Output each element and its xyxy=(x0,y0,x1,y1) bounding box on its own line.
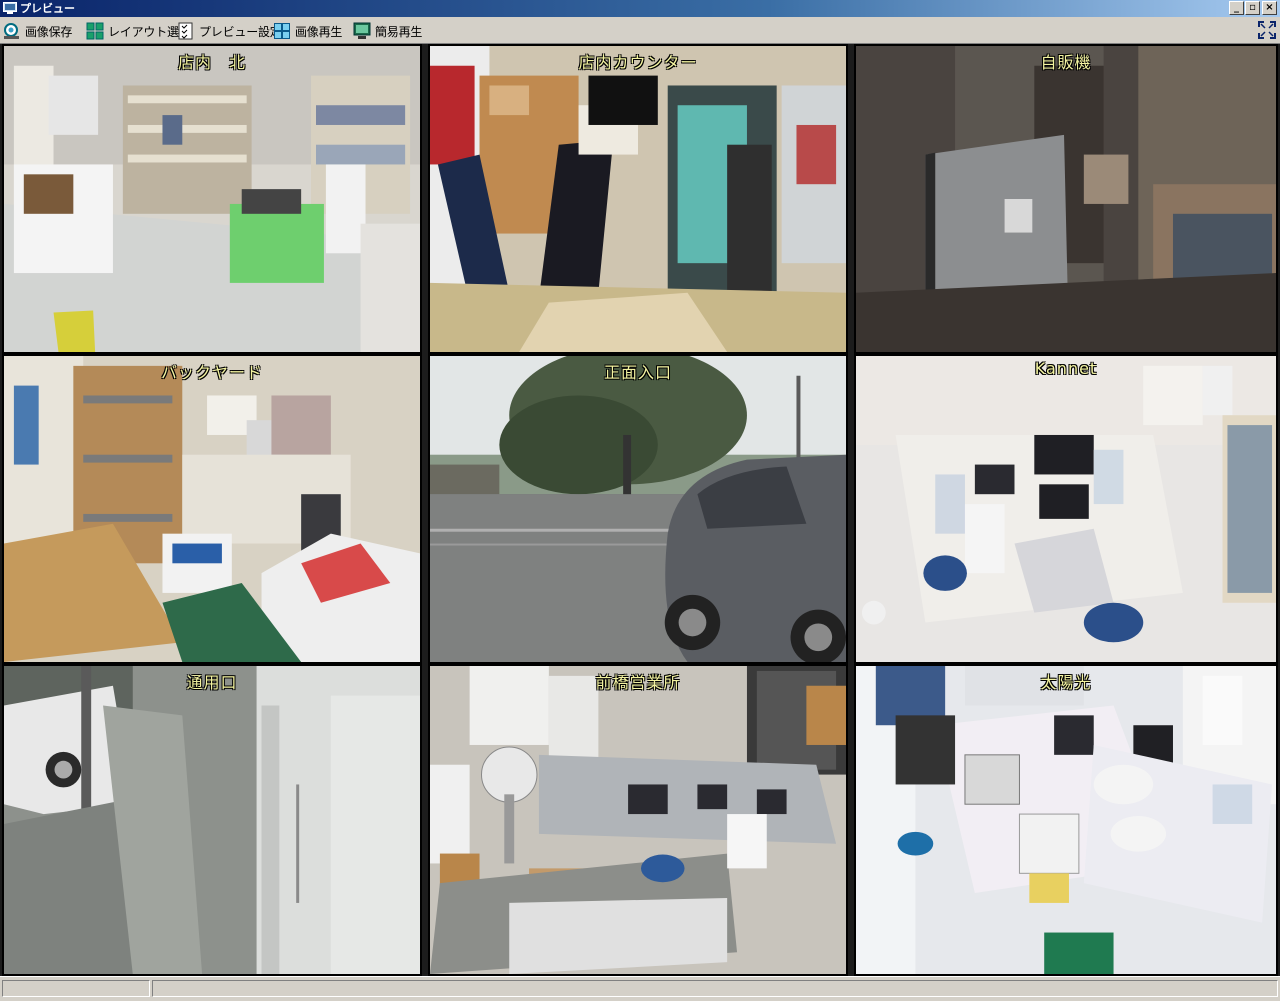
status-pane-1 xyxy=(2,980,150,997)
camera-label: 前橋営業所 xyxy=(595,673,681,692)
fullscreen-icon[interactable] xyxy=(1258,21,1276,39)
preview-settings-label: プレビュー設定 xyxy=(199,24,282,39)
camera-tile-front-entrance[interactable]: 正面入口 xyxy=(428,354,848,664)
camera-tile-store-counter[interactable]: 店内カウンター xyxy=(428,44,848,354)
camera-feed-vending xyxy=(856,46,1276,352)
camera-label: 正面入口 xyxy=(603,363,672,382)
close-button[interactable]: × xyxy=(1262,1,1277,15)
camera-tile-maebashi-office[interactable]: 前橋営業所 xyxy=(428,664,848,976)
camera-label: 通用口 xyxy=(186,673,238,692)
save-image-label: 画像保存 xyxy=(25,24,73,39)
app-icon xyxy=(3,2,17,14)
camera-label: 店内カウンター xyxy=(578,53,698,72)
title-bar: プレビュー _ ▫ × xyxy=(0,0,1280,17)
toolbar: 画像保存 レイアウト選択 プレビュー設定 画像再生 簡易再生 xyxy=(0,17,1280,44)
camera-tile-kannet[interactable]: Kannet xyxy=(854,354,1278,664)
camera-feed-store-north xyxy=(4,46,420,352)
camera-tile-solar[interactable]: 太陽光 xyxy=(854,664,1278,976)
preview-settings-button[interactable]: プレビュー設定 xyxy=(177,20,282,42)
camera-label: 自販機 xyxy=(1040,53,1092,72)
save-image-button[interactable]: 画像保存 xyxy=(3,20,72,42)
status-bar xyxy=(0,976,1280,1001)
monitor-playback-icon xyxy=(353,22,371,39)
save-image-icon xyxy=(4,23,19,39)
camera-feed-side-entrance xyxy=(4,666,420,974)
camera-label: 店内 北 xyxy=(177,53,246,72)
settings-list-icon xyxy=(178,22,193,40)
camera-tile-vending[interactable]: 自販機 xyxy=(854,44,1278,354)
camera-label: 太陽光 xyxy=(1040,673,1092,692)
image-playback-button[interactable]: 画像再生 xyxy=(273,20,342,42)
camera-label: バックヤード xyxy=(160,363,263,382)
restore-button[interactable]: ▫ xyxy=(1245,1,1260,15)
camera-feed-solar xyxy=(856,666,1276,974)
camera-tile-side-entrance[interactable]: 通用口 xyxy=(2,664,422,976)
status-pane-2 xyxy=(152,980,1278,997)
simple-playback-label: 簡易再生 xyxy=(375,24,423,39)
camera-feed-store-counter xyxy=(430,46,846,352)
camera-grid: 店内 北 店内カウンター 自販機 バックヤード 正面入口 Kannet 通用口 … xyxy=(0,44,1280,976)
camera-feed-front-entrance xyxy=(430,356,846,662)
minimize-button[interactable]: _ xyxy=(1229,1,1244,15)
simple-playback-button[interactable]: 簡易再生 xyxy=(353,20,422,42)
layout-grid-icon xyxy=(86,22,104,40)
layout-select-button[interactable]: レイアウト選択 xyxy=(86,20,191,42)
image-playback-label: 画像再生 xyxy=(295,24,343,39)
camera-feed-kannet xyxy=(856,356,1276,662)
camera-feed-maebashi-office xyxy=(430,666,846,974)
camera-tile-backyard[interactable]: バックヤード xyxy=(2,354,422,664)
camera-tile-store-north[interactable]: 店内 北 xyxy=(2,44,422,354)
window-title: プレビュー xyxy=(20,2,75,15)
camera-label: Kannet xyxy=(1034,359,1098,378)
grid-playback-icon xyxy=(274,23,290,39)
camera-feed-backyard xyxy=(4,356,420,662)
